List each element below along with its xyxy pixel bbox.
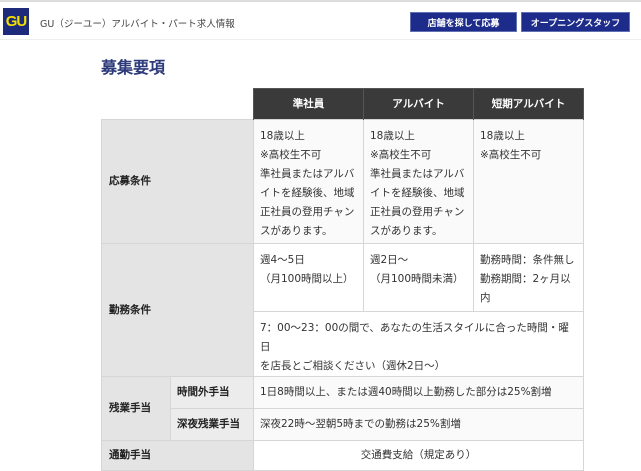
gu-logo[interactable]: GU <box>3 8 29 35</box>
row-label: 通勤手当 <box>101 440 254 471</box>
table-cell: 深夜22時～翌朝5時までの勤務は25%割増 <box>253 408 584 441</box>
column-header: アルバイト <box>363 88 474 120</box>
table-cell: 18歳以上 ※高校生不可 <box>473 119 584 244</box>
table-cell: 週2日～ （月100時間未満） <box>363 243 474 312</box>
opening-staff-button[interactable]: オープニングスタッフ <box>521 12 630 32</box>
table-cell: 交通費支給（規定あり） <box>253 440 584 471</box>
requirements-table: 準社員 アルバイト 短期アルバイト 応募条件 18歳以上 ※高校生不可 準社員または… <box>101 88 584 471</box>
row-label: 応募条件 <box>101 119 254 244</box>
table-cell: 18歳以上 ※高校生不可 準社員またはアルバ イトを経験後、地域 正社員の登用チャン スが… <box>253 119 364 244</box>
sub-label: 深夜残業手当 <box>170 408 254 441</box>
column-header: 短期アルバイト <box>473 88 584 120</box>
table-cell: 18歳以上 ※高校生不可 準社員またはアルバ イトを経験後、地域 正社員の登用チャン スが… <box>363 119 474 244</box>
sub-label: 時間外手当 <box>170 376 254 409</box>
table-cell: 勤務時間：条件無し 勤務期間：2ヶ月以内 <box>473 243 584 312</box>
table-cell: 1日8時間以上、または週40時間以上勤務した部分は25%割増 <box>253 376 584 409</box>
site-header: GU GU（ジーユー）アルバイト・パート求人情報 店舗を探して応募 オープニング… <box>0 4 641 40</box>
column-header: 準社員 <box>253 88 364 120</box>
table-cell: 週4～5日 （月100時間以上） <box>253 243 364 312</box>
page-title: 募集要項 <box>101 58 166 77</box>
find-store-apply-button[interactable]: 店舗を探して応募 <box>410 12 517 32</box>
row-label: 残業手当 <box>101 376 171 441</box>
site-title[interactable]: GU（ジーユー）アルバイト・パート求人情報 <box>40 16 235 30</box>
table-cell: 7：00～23：00の間で、あなたの生活スタイルに合った時間・曜日 を店長とご相談… <box>253 311 584 377</box>
row-label: 勤務条件 <box>101 243 254 377</box>
